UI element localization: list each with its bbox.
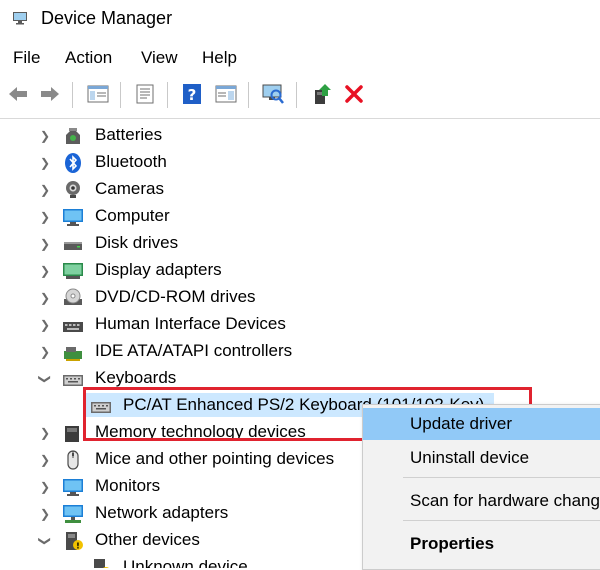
tree-item-ide-ata-atapi-controllers[interactable]: ❯ IDE ATA/ATAPI controllers xyxy=(0,338,600,365)
tree-item-bluetooth[interactable]: ❯ Bluetooth xyxy=(0,149,600,176)
chevron-right-icon[interactable]: ❯ xyxy=(38,426,52,440)
chevron-down-icon[interactable]: ❯ xyxy=(38,534,52,548)
action-pane-icon[interactable] xyxy=(214,82,238,106)
tree-item-label: Other devices xyxy=(95,530,200,549)
dvd-drive-icon xyxy=(64,288,82,305)
tree-item-label: IDE ATA/ATAPI controllers xyxy=(95,341,293,360)
show-hide-console-tree-icon[interactable] xyxy=(86,82,110,106)
monitor-icon xyxy=(63,479,83,496)
title-bar: Device Manager xyxy=(0,0,600,40)
ide-controller-icon xyxy=(64,347,82,361)
mouse-icon xyxy=(67,450,79,470)
menu-help[interactable]: Help xyxy=(202,44,237,72)
tree-item-label: Memory technology devices xyxy=(95,422,306,441)
display-adapter-icon xyxy=(63,263,83,279)
chevron-right-icon[interactable]: ❯ xyxy=(38,291,52,305)
back-arrow-icon[interactable] xyxy=(6,82,30,106)
context-menu: Update driver Uninstall device Scan for … xyxy=(362,404,600,570)
tree-item-label: DVD/CD-ROM drives xyxy=(95,287,256,306)
tree-item-label: Unknown device xyxy=(123,557,248,568)
context-update-driver[interactable]: Update driver xyxy=(363,408,600,440)
menu-view[interactable]: View xyxy=(141,44,178,72)
chevron-right-icon[interactable]: ❯ xyxy=(38,237,52,251)
tree-item-label: Keyboards xyxy=(95,368,177,387)
keyboard-icon xyxy=(91,402,111,413)
toolbar: ? xyxy=(0,76,600,112)
tree-item-computer[interactable]: ❯ Computer xyxy=(0,203,600,230)
chevron-right-icon[interactable]: ❯ xyxy=(38,156,52,170)
context-separator xyxy=(403,477,600,478)
update-driver-icon[interactable] xyxy=(310,82,334,106)
keyboard-icon xyxy=(63,375,83,386)
uninstall-x-icon[interactable] xyxy=(342,82,366,106)
pane-divider xyxy=(0,118,600,119)
tree-item-label: Computer xyxy=(95,206,170,225)
forward-arrow-icon[interactable] xyxy=(38,82,62,106)
chevron-right-icon[interactable]: ❯ xyxy=(38,507,52,521)
computer-icon xyxy=(63,209,83,226)
menu-action[interactable]: Action xyxy=(65,44,112,72)
hid-icon xyxy=(63,322,83,332)
tree-item-label: Disk drives xyxy=(95,233,179,252)
help-icon[interactable]: ? xyxy=(180,82,204,106)
camera-icon xyxy=(66,181,80,198)
context-properties[interactable]: Properties xyxy=(363,528,600,560)
context-separator xyxy=(403,520,600,521)
tree-item-keyboards[interactable]: ❯ Keyboards xyxy=(0,365,600,392)
chevron-right-icon[interactable]: ❯ xyxy=(38,318,52,332)
tree-item-disk-drives[interactable]: ❯ Disk drives xyxy=(0,230,600,257)
memory-device-icon xyxy=(65,426,79,442)
chevron-right-icon[interactable]: ❯ xyxy=(38,210,52,224)
tree-item-label: Bluetooth xyxy=(95,152,167,171)
chevron-right-icon[interactable]: ❯ xyxy=(38,453,52,467)
properties-sheet-icon[interactable] xyxy=(133,82,157,106)
toolbar-separator xyxy=(120,82,121,108)
disk-drive-icon xyxy=(64,242,82,250)
tree-item-label: Network adapters xyxy=(95,503,229,522)
tree-item-cameras[interactable]: ❯ Cameras xyxy=(0,176,600,203)
chevron-right-icon[interactable]: ❯ xyxy=(38,345,52,359)
context-item-label: Uninstall device xyxy=(410,448,530,467)
network-adapter-icon xyxy=(63,505,83,523)
tree-item-label: Batteries xyxy=(95,125,163,144)
chevron-down-icon[interactable]: ❯ xyxy=(38,372,52,386)
chevron-right-icon[interactable]: ❯ xyxy=(38,129,52,143)
context-uninstall-device[interactable]: Uninstall device xyxy=(363,442,600,474)
toolbar-separator xyxy=(72,82,73,108)
other-devices-icon: ! xyxy=(66,532,83,551)
unknown-device-icon xyxy=(94,559,109,568)
battery-icon xyxy=(66,128,80,144)
svg-text:?: ? xyxy=(188,86,197,104)
bluetooth-icon xyxy=(65,153,81,173)
chevron-right-icon[interactable]: ❯ xyxy=(38,264,52,278)
tree-item-display-adapters[interactable]: ❯ Display adapters xyxy=(0,257,600,284)
window-title: Device Manager xyxy=(41,8,173,28)
tree-item-label: Display adapters xyxy=(95,260,222,279)
toolbar-separator xyxy=(248,82,249,108)
tree-item-dvd-cd-rom-drives[interactable]: ❯ DVD/CD-ROM drives xyxy=(0,284,600,311)
tree-item-human-interface-devices[interactable]: ❯ Human Interface Devices xyxy=(0,311,600,338)
tree-item-batteries[interactable]: ❯ Batteries xyxy=(0,122,600,149)
chevron-right-icon[interactable]: ❯ xyxy=(38,183,52,197)
tree-item-label: Human Interface Devices xyxy=(95,314,286,333)
context-item-label: Properties xyxy=(410,534,495,553)
device-manager-icon xyxy=(13,12,27,25)
chevron-right-icon[interactable]: ❯ xyxy=(38,480,52,494)
toolbar-separator xyxy=(167,82,168,108)
context-item-label: Scan for hardware changes xyxy=(410,491,600,510)
tree-item-label: Mice and other pointing devices xyxy=(95,449,335,468)
tree-item-label: Cameras xyxy=(95,179,164,198)
tree-item-label: Monitors xyxy=(95,476,161,495)
context-item-label: Update driver xyxy=(410,414,513,433)
menu-file[interactable]: File xyxy=(13,44,40,72)
scan-hardware-icon[interactable] xyxy=(261,82,285,106)
toolbar-separator xyxy=(296,82,297,108)
svg-text:!: ! xyxy=(76,542,80,551)
context-scan-hardware[interactable]: Scan for hardware changes xyxy=(363,485,600,517)
